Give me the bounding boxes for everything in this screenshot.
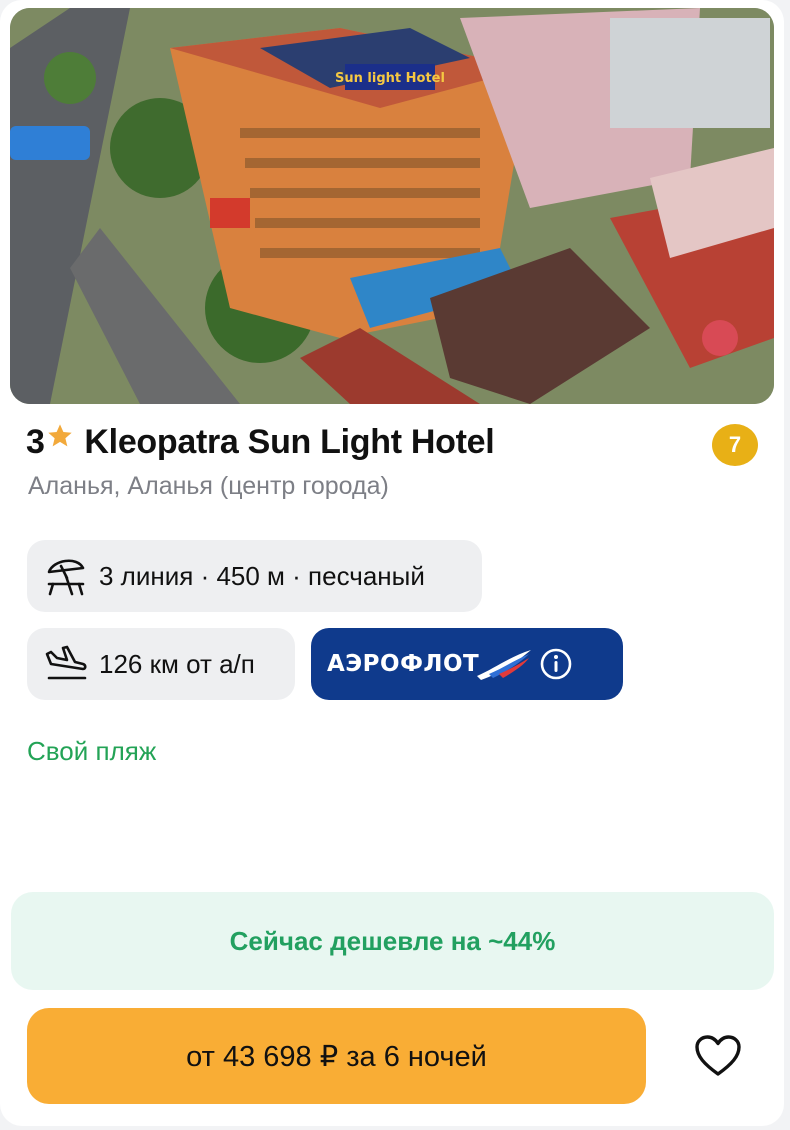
discount-banner: Сейчас дешевле на ~44% [11,892,774,990]
rating-badge[interactable]: 7 [712,424,758,466]
heart-icon [695,1035,741,1076]
star-icon [48,424,73,447]
hotel-name: Kleopatra Sun Light Hotel [84,422,495,461]
discount-text: Сейчас дешевле на ~44% [229,925,556,956]
airline-name: АЭРОФЛОТ [327,651,480,677]
hotel-location: Аланья, Аланья (центр города) [28,472,389,500]
plane-landing-icon [45,645,87,680]
hotel-stars: 3 [26,422,45,461]
airport-distance-chip: 126 км от а/п [27,628,295,700]
aeroflot-wing-logo [477,650,532,680]
price-button[interactable]: от 43 698 ₽ за 6 ночей [27,1008,646,1104]
hotel-photo[interactable]: Sun light Hotel [10,8,774,404]
beach-info-chip: 3 линия · 450 м · песчаный [27,540,482,612]
photo-sign: Sun light Hotel [335,71,445,86]
beach-info-text: 3 линия · 450 м · песчаный [99,560,425,591]
hotel-aerial-image: Sun light Hotel [10,8,774,404]
beach-umbrella-icon [47,559,85,596]
favorite-button[interactable] [692,1030,744,1082]
hotel-title[interactable]: 3 Kleopatra Sun Light Hotel [26,418,758,466]
own-beach-label: Свой пляж [27,736,157,766]
airport-distance-text: 126 км от а/п [99,648,255,679]
airline-badge[interactable]: АЭРОФЛОТ [311,628,623,700]
info-icon[interactable] [539,647,573,681]
hotel-card[interactable]: Sun light Hotel 3 Kleopatra Sun Light Ho… [0,0,784,1126]
